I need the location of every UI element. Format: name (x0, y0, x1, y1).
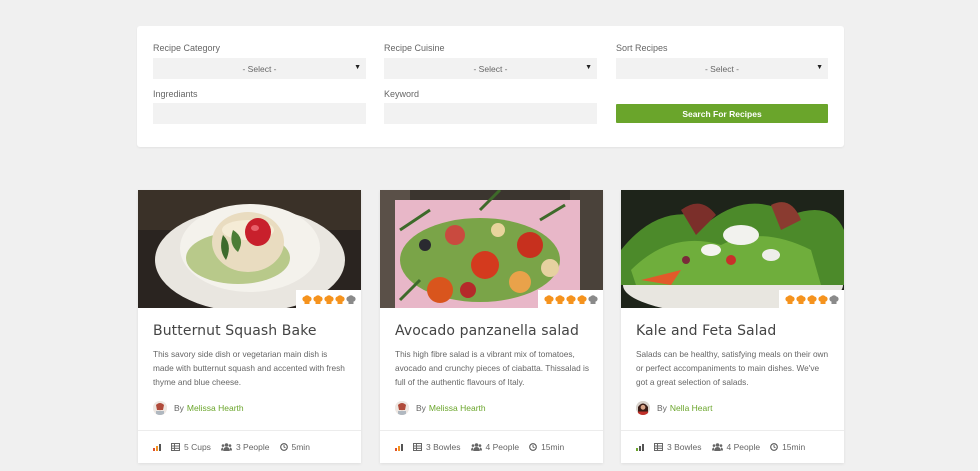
card-divider (380, 430, 603, 431)
ingredients-input[interactable] (153, 103, 366, 124)
chef-hat-icon (576, 294, 587, 304)
difficulty-icon (395, 443, 403, 451)
recipe-title[interactable]: Kale and Feta Salad (636, 323, 776, 339)
recipe-description: This high fibre salad is a vibrant mix o… (395, 349, 590, 387)
recipe-yield: 3 Bowles (413, 442, 461, 452)
recipe-image-kale-and-feta-salad[interactable] (621, 190, 844, 308)
avatar[interactable] (395, 401, 409, 415)
chef-hat-icon (312, 294, 323, 304)
chef-hat-icon (334, 294, 345, 304)
table-icon (654, 443, 663, 451)
sort-select[interactable]: - Select - ▼ (616, 58, 828, 79)
recipe-search-panel: Recipe Category - Select - ▼ Recipe Cuis… (137, 26, 844, 147)
recipe-title[interactable]: Butternut Squash Bake (153, 323, 317, 339)
sort-select-value: - Select - (704, 63, 739, 74)
recipe-image-avocado-panzanella-salad[interactable] (380, 190, 603, 308)
dropdown-arrow-icon: ▼ (585, 64, 592, 71)
avatar[interactable] (153, 401, 167, 415)
author-link[interactable]: Melissa Hearth (429, 403, 486, 413)
recipe-meta: 3 Bowles 4 People 15min (636, 442, 815, 452)
keyword-input[interactable] (384, 103, 597, 124)
yield-value: 3 Bowles (426, 442, 461, 452)
recipe-description: This savory side dish or vegetarian main… (153, 349, 345, 387)
author-link[interactable]: Melissa Hearth (187, 403, 244, 413)
time-value: 5min (291, 442, 310, 452)
recipe-card[interactable]: Avocado panzanella salad This high fibre… (380, 190, 603, 463)
recipe-yield: 3 Bowles (654, 442, 702, 452)
clock-icon (279, 443, 288, 451)
recipe-time: 15min (770, 442, 805, 452)
chef-hat-icon (554, 294, 565, 304)
card-divider (621, 430, 844, 431)
servings-value: 4 People (726, 442, 761, 452)
category-select[interactable]: - Select - ▼ (153, 58, 366, 79)
keyword-label: Keyword (384, 89, 420, 99)
dropdown-arrow-icon: ▼ (816, 64, 823, 71)
recipe-description: Salads can be healthy, satisfying meals … (636, 349, 829, 387)
table-icon (171, 443, 180, 451)
clock-icon (529, 443, 537, 451)
dropdown-arrow-icon: ▼ (354, 64, 361, 71)
rating-stars (538, 290, 603, 308)
rating-stars (296, 290, 361, 308)
cuisine-select[interactable]: - Select - ▼ (384, 58, 597, 79)
recipe-time: 5min (279, 442, 310, 452)
recipe-image-butternut-squash-bake[interactable] (138, 190, 361, 308)
author-prefix: By (657, 403, 667, 413)
cuisine-label: Recipe Cuisine (384, 43, 445, 53)
yield-value: 3 Bowles (667, 442, 702, 452)
category-select-value: - Select - (242, 63, 277, 74)
chef-hat-empty-icon (587, 294, 598, 304)
cuisine-select-value: - Select - (473, 63, 508, 74)
recipe-meta: 3 Bowles 4 People 15min (395, 442, 574, 452)
recipe-card[interactable]: Butternut Squash Bake This savory side d… (138, 190, 361, 463)
recipe-author: By Melissa Hearth (395, 401, 486, 415)
recipe-servings: 3 People (220, 442, 270, 452)
chef-hat-icon (806, 294, 817, 304)
chef-hat-icon (795, 294, 806, 304)
recipe-time: 15min (529, 442, 564, 452)
people-icon (220, 443, 232, 451)
chef-hat-icon (323, 294, 334, 304)
people-icon (711, 443, 723, 451)
chef-hat-icon (543, 294, 554, 304)
recipe-servings: 4 People (470, 442, 520, 452)
yield-value: 5 Cups (184, 442, 211, 452)
recipe-title[interactable]: Avocado panzanella salad (395, 323, 579, 339)
chef-hat-icon (301, 294, 312, 304)
difficulty-icon (153, 443, 161, 451)
sort-label: Sort Recipes (616, 43, 668, 53)
recipe-author: By Melissa Hearth (153, 401, 244, 415)
recipe-meta: 5 Cups 3 People 5min (153, 442, 320, 452)
servings-value: 4 People (485, 442, 520, 452)
clock-icon (770, 443, 778, 451)
servings-value: 3 People (235, 442, 270, 452)
chef-hat-icon (817, 294, 828, 304)
chef-hat-empty-icon (828, 294, 839, 304)
author-prefix: By (174, 403, 184, 413)
time-value: 15min (541, 442, 565, 452)
recipe-servings: 4 People (711, 442, 761, 452)
table-icon (413, 443, 422, 451)
ingredients-label: Ingrediants (153, 89, 198, 99)
people-icon (470, 443, 482, 451)
avatar[interactable] (636, 401, 650, 415)
recipe-author: By Nella Heart (636, 401, 712, 415)
card-divider (138, 430, 361, 431)
chef-hat-icon (784, 294, 795, 304)
search-recipes-button[interactable]: Search For Recipes (616, 104, 828, 123)
recipe-card[interactable]: Kale and Feta Salad Salads can be health… (621, 190, 844, 463)
chef-hat-icon (565, 294, 576, 304)
author-prefix: By (416, 403, 426, 413)
author-link[interactable]: Nella Heart (670, 403, 713, 413)
difficulty-icon (636, 443, 644, 451)
rating-stars (779, 290, 844, 308)
chef-hat-empty-icon (345, 294, 356, 304)
recipe-yield: 5 Cups (171, 442, 211, 452)
time-value: 15min (782, 442, 806, 452)
category-label: Recipe Category (153, 43, 221, 53)
